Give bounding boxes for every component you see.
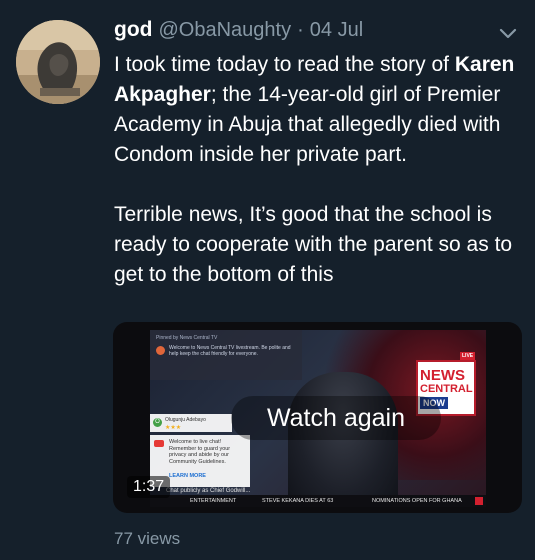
separator-dot: · xyxy=(297,19,304,41)
logo-line-1: NEWS xyxy=(420,367,465,384)
welcome-text: Welcome to live chat! Remember to guard … xyxy=(169,439,231,465)
logo-line-2: CENTRAL xyxy=(420,383,473,395)
tweet-header: god @ObaNaughty · 04 Jul xyxy=(114,18,363,48)
chat-header: Pinned by News Central TV xyxy=(156,335,218,341)
statue-avatar-image xyxy=(16,20,100,104)
ticker-logo xyxy=(475,497,483,505)
paragraph-1-start: I took time today to read the story of xyxy=(114,53,455,76)
live-chat-pinned: Pinned by News Central TV Welcome to New… xyxy=(150,330,302,380)
tweet-text: I took time today to read the story of K… xyxy=(114,50,524,290)
video-duration: 1:37 xyxy=(127,476,171,498)
tweet-paragraph-1: I took time today to read the story of K… xyxy=(114,50,524,170)
live-badge: LIVE xyxy=(460,352,476,360)
ticker-item-1: ENTERTAINMENT xyxy=(190,498,237,504)
chat-input-placeholder: Chat publicly as Chief Godwill... xyxy=(166,488,251,494)
chat-pinned-message: Welcome to News Central TV livestream. B… xyxy=(169,345,291,357)
learn-more-link[interactable]: LEARN MORE xyxy=(169,473,206,480)
tweet-paragraph-2: Terrible news, It’s good that the school… xyxy=(114,203,513,286)
video-player[interactable]: Pinned by News Central TV Welcome to New… xyxy=(113,322,522,513)
watch-again-button[interactable]: Watch again xyxy=(231,396,441,440)
ticker-item-2: STEVE KEKANA DIES AT 63 xyxy=(262,498,334,504)
display-name[interactable]: god xyxy=(114,18,152,42)
chevron-down-icon[interactable] xyxy=(497,22,519,44)
ticker-item-3: NOMINATIONS OPEN FOR GHANA xyxy=(372,498,462,504)
user-initial-avatar: O xyxy=(153,418,162,427)
chat-user-row: O Olugunju Adebayo ★★★ xyxy=(150,414,232,432)
chat-username: Olugunju Adebayo xyxy=(165,417,206,423)
avatar[interactable] xyxy=(16,20,100,104)
view-count: 77 views xyxy=(114,529,181,548)
chat-stars: ★★★ xyxy=(165,425,182,431)
chat-avatar xyxy=(156,346,165,355)
youtube-icon xyxy=(154,440,164,447)
tweet-date[interactable]: 04 Jul xyxy=(310,19,363,42)
news-ticker: ENTERTAINMENT STEVE KEKANA DIES AT 63 NO… xyxy=(150,495,486,507)
user-handle[interactable]: @ObaNaughty xyxy=(158,19,291,42)
